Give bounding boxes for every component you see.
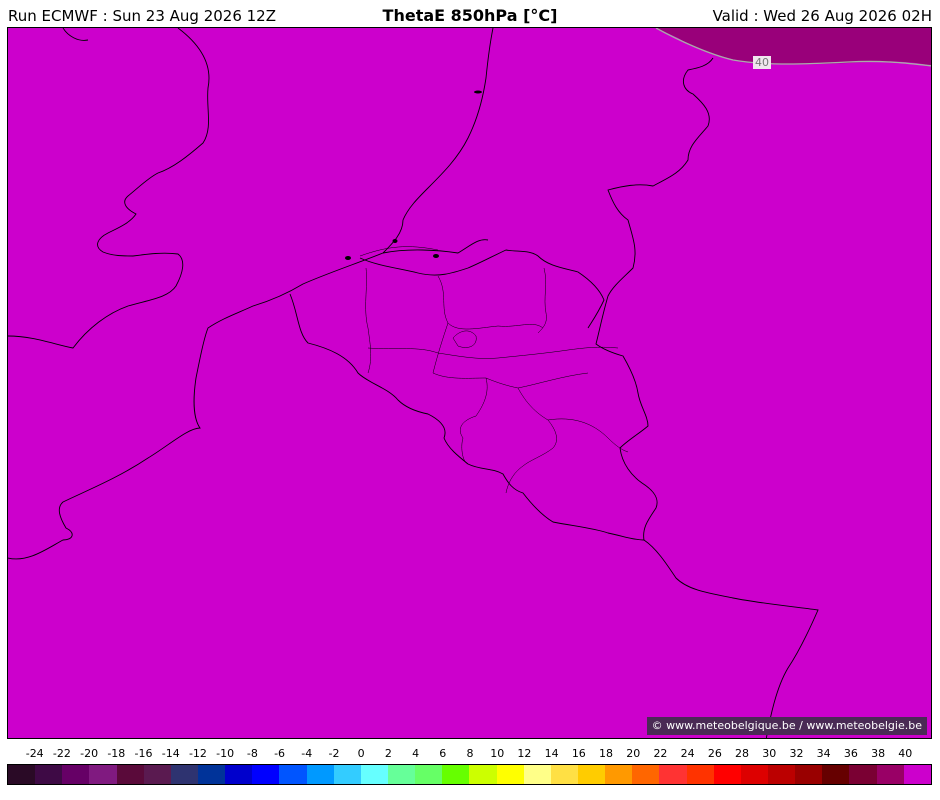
legend-swatch	[849, 765, 877, 784]
legend-label: -6	[274, 747, 286, 760]
legend-swatch	[767, 765, 796, 784]
legend-label: 34	[816, 747, 831, 760]
legend-label: -24	[25, 747, 44, 760]
legend-label: 4	[412, 747, 420, 760]
legend-label: 30	[762, 747, 777, 760]
legend-label: 26	[707, 747, 722, 760]
credit-text: © www.meteobelgique.be / www.meteobelgie…	[646, 717, 927, 735]
legend-swatch	[35, 765, 63, 784]
legend-label: -20	[80, 747, 99, 760]
legend-labels: -24 -22 -20 -18 -16 -14 -12 -10 -8 -6 -4 -2 0 2 4 6 8 10 1…	[7, 747, 932, 763]
legend-label: 8	[466, 747, 474, 760]
legend-swatch	[143, 765, 171, 784]
legend-swatch	[632, 765, 660, 784]
legend-label: 20	[626, 747, 641, 760]
legend-swatch	[89, 765, 117, 784]
legend-swatch	[550, 765, 578, 784]
legend-swatch	[686, 765, 714, 784]
legend-swatch	[496, 765, 524, 784]
legend-label: -2	[328, 747, 340, 760]
legend-label: 24	[680, 747, 695, 760]
legend-label: 6	[439, 747, 447, 760]
legend-swatch	[306, 765, 334, 784]
legend-swatch	[822, 765, 850, 784]
legend-swatch	[387, 765, 416, 784]
legend-swatch	[333, 765, 361, 784]
legend-swatch	[170, 765, 198, 784]
legend-swatch	[795, 765, 823, 784]
legend-label: 36	[843, 747, 858, 760]
legend-swatch	[523, 765, 551, 784]
legend-swatch	[903, 765, 931, 784]
legend-swatch	[225, 765, 253, 784]
isoline-label: 40	[753, 56, 771, 69]
weather-map: 40 © www.meteobelgique.be / www.meteobel…	[7, 27, 932, 739]
valid-time: Valid : Wed 26 Aug 2026 02H	[712, 7, 932, 25]
legend-swatch	[876, 765, 904, 784]
legend-swatch	[577, 765, 606, 784]
legend-label: 10	[490, 747, 505, 760]
legend-swatch	[116, 765, 144, 784]
legend-label: 14	[544, 747, 559, 760]
legend-label: 38	[871, 747, 886, 760]
legend-swatch	[360, 765, 388, 784]
legend-swatch	[605, 765, 633, 784]
legend-swatch	[469, 765, 497, 784]
legend-swatch	[252, 765, 280, 784]
legend-label: 40	[898, 747, 913, 760]
legend-label: 12	[517, 747, 532, 760]
legend-swatch	[279, 765, 307, 784]
legend-label: -4	[301, 747, 313, 760]
legend-swatch	[197, 765, 226, 784]
legend-swatch	[415, 765, 443, 784]
legend-swatch	[740, 765, 768, 784]
color-legend	[7, 764, 932, 785]
legend-label: 18	[599, 747, 614, 760]
legend-label: 22	[653, 747, 668, 760]
legend-label: -10	[216, 747, 235, 760]
legend-label: -8	[246, 747, 258, 760]
legend-swatch	[8, 765, 36, 784]
legend-label: 28	[735, 747, 750, 760]
map-canvas	[8, 28, 931, 738]
legend-label: -16	[134, 747, 153, 760]
legend-swatch	[659, 765, 687, 784]
legend-label: -12	[188, 747, 207, 760]
legend-label: 0	[357, 747, 365, 760]
legend-swatch	[62, 765, 90, 784]
legend-label: 2	[384, 747, 392, 760]
legend-label: -18	[107, 747, 126, 760]
legend-label: -22	[52, 747, 71, 760]
legend-swatch	[442, 765, 470, 784]
legend-label: -14	[161, 747, 180, 760]
legend-label: 16	[571, 747, 586, 760]
legend-swatch	[713, 765, 741, 784]
legend-label: 32	[789, 747, 804, 760]
